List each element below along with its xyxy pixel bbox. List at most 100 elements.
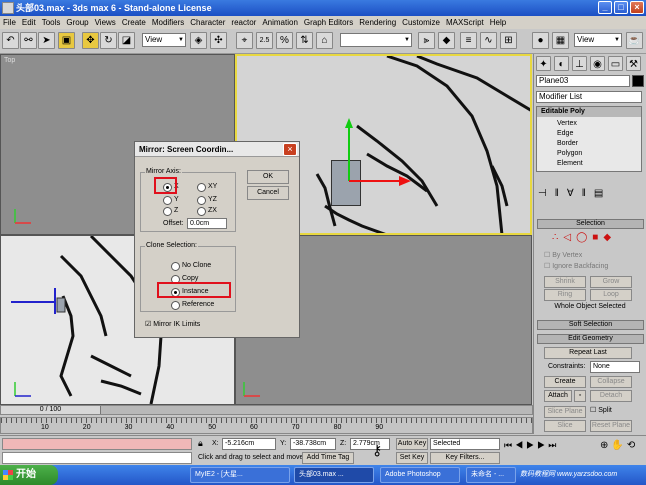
ignore-backfacing-checkbox[interactable]: ☐ Ignore Backfacing xyxy=(544,261,608,272)
object-color-swatch[interactable] xyxy=(632,75,644,87)
dialog-close-button[interactable]: × xyxy=(283,143,297,156)
stack-item-border[interactable]: Border xyxy=(557,139,583,149)
goto-start-icon[interactable]: ⏮ xyxy=(504,440,515,450)
track-bar[interactable]: 10 20 30 40 50 60 70 80 90 xyxy=(0,417,533,434)
stack-item-edge[interactable]: Edge xyxy=(557,129,583,139)
ring-button[interactable]: Ring xyxy=(544,289,586,301)
rollout-selection[interactable]: Selection xyxy=(537,219,644,229)
collapse-button[interactable]: Collapse xyxy=(590,376,632,388)
undo-icon[interactable]: ↶ xyxy=(2,32,19,49)
add-time-tag-button[interactable]: Add Time Tag xyxy=(302,452,354,464)
menu-graph-editors[interactable]: Graph Editors xyxy=(304,16,353,29)
mirror-icon[interactable]: ⫸ xyxy=(418,32,435,49)
named-selection-dropdown[interactable] xyxy=(340,33,412,47)
snap-toggle-icon[interactable]: ⌖ xyxy=(236,32,253,49)
x-coordinate-field[interactable]: -5.216cm xyxy=(222,438,276,450)
reference-coord-dropdown[interactable]: View xyxy=(142,33,186,47)
time-slider[interactable]: 0 / 100 xyxy=(0,405,533,415)
pin-stack-icon[interactable]: ⊣ xyxy=(538,188,555,199)
menu-views[interactable]: Views xyxy=(95,16,116,29)
pivot-center-icon[interactable]: ◈ xyxy=(190,32,207,49)
y-coordinate-field[interactable]: -38.738cm xyxy=(290,438,336,450)
select-rotate-icon[interactable]: ↻ xyxy=(100,32,117,49)
task-myie2[interactable]: MyIE2 - [大星... xyxy=(190,467,290,483)
axis-y-radio[interactable]: Y xyxy=(163,195,179,205)
ok-button[interactable]: OK xyxy=(247,170,289,184)
select-object-icon[interactable]: ➤ xyxy=(38,32,55,49)
time-slider-handle[interactable]: 0 / 100 xyxy=(1,406,101,414)
show-end-result-icon[interactable]: ‖ xyxy=(555,188,567,199)
pan-icon[interactable]: ✋ xyxy=(611,440,626,451)
create-tab-icon[interactable]: ✦ xyxy=(536,56,551,71)
vertex-level-icon[interactable]: ∴ xyxy=(552,232,563,243)
percent-snap-icon[interactable]: % xyxy=(276,32,293,49)
select-link-icon[interactable]: ⚯ xyxy=(20,32,37,49)
grow-button[interactable]: Grow xyxy=(590,276,632,288)
split-checkbox[interactable]: ☐ Split xyxy=(590,406,612,414)
next-frame-icon[interactable]: ▶ xyxy=(537,440,548,450)
attach-button[interactable]: Attach xyxy=(544,390,572,402)
select-region-icon[interactable]: ▣ xyxy=(58,32,75,49)
modify-tab-icon[interactable]: ◐ xyxy=(554,56,569,71)
menu-reactor[interactable]: reactor xyxy=(231,16,256,29)
modifier-list-dropdown[interactable]: Modifier List xyxy=(536,91,642,103)
menu-edit[interactable]: Edit xyxy=(22,16,36,29)
select-manipulate-icon[interactable]: ✣ xyxy=(210,32,227,49)
configure-modifiers-icon[interactable]: ▤ xyxy=(594,188,611,199)
offset-field[interactable]: 0.0cm xyxy=(187,218,227,229)
select-move-icon[interactable]: ✥ xyxy=(82,32,99,49)
border-level-icon[interactable]: ◯ xyxy=(576,232,592,243)
stack-root[interactable]: Editable Poly xyxy=(537,107,641,117)
menu-help[interactable]: Help xyxy=(490,16,506,29)
display-tab-icon[interactable]: ▭ xyxy=(608,56,623,71)
move-gizmo[interactable] xyxy=(337,116,417,186)
stack-item-vertex[interactable]: Vertex xyxy=(557,119,583,129)
select-scale-icon[interactable]: ◪ xyxy=(118,32,135,49)
detach-button[interactable]: Detach xyxy=(590,390,632,402)
set-key-button[interactable]: Set Key xyxy=(396,452,428,464)
menu-tools[interactable]: Tools xyxy=(42,16,61,29)
hierarchy-tab-icon[interactable]: ⊥ xyxy=(572,56,587,71)
key-mode-dropdown[interactable]: Selected xyxy=(430,438,500,450)
reset-plane-button[interactable]: Reset Plane xyxy=(590,420,632,432)
play-icon[interactable]: ▶ xyxy=(526,440,537,450)
key-icon[interactable]: ⚷ xyxy=(372,442,382,459)
no-clone-radio[interactable]: No Clone xyxy=(171,261,211,271)
close-button[interactable]: × xyxy=(630,1,644,14)
menu-file[interactable]: File xyxy=(3,16,16,29)
menu-group[interactable]: Group xyxy=(66,16,88,29)
menu-customize[interactable]: Customize xyxy=(402,16,440,29)
axis-z-radio[interactable]: Z xyxy=(163,206,178,216)
quick-render-icon[interactable]: ☕ xyxy=(626,32,643,49)
menu-character[interactable]: Character xyxy=(190,16,225,29)
mirror-ik-checkbox[interactable]: ☑ Mirror IK Limits xyxy=(145,320,200,328)
lock-selection-icon[interactable]: 🔒︎ xyxy=(198,438,203,449)
maximize-button[interactable]: □ xyxy=(614,1,628,14)
axis-zx-radio[interactable]: ZX xyxy=(197,206,217,216)
stack-item-element[interactable]: Element xyxy=(557,159,583,169)
repeat-last-button[interactable]: Repeat Last xyxy=(544,347,632,359)
create-button[interactable]: Create xyxy=(544,376,586,388)
axis-yz-radio[interactable]: YZ xyxy=(197,195,217,205)
orbit-icon[interactable]: ⟲ xyxy=(627,440,638,451)
angle-snap-icon[interactable]: 2.5 xyxy=(256,32,273,49)
menu-create[interactable]: Create xyxy=(122,16,146,29)
named-selection-icon[interactable]: ⌂ xyxy=(316,32,333,49)
menu-maxscript[interactable]: MAXScript xyxy=(446,16,484,29)
key-filters-button[interactable]: Key Filters... xyxy=(430,452,500,464)
edge-level-icon[interactable]: ◁ xyxy=(563,232,576,243)
motion-tab-icon[interactable]: ◉ xyxy=(590,56,605,71)
task-3dsmax[interactable]: 头部03.max ... xyxy=(294,467,374,483)
reference-radio[interactable]: Reference xyxy=(171,300,214,310)
auto-key-button[interactable]: Auto Key xyxy=(396,438,428,450)
schematic-view-icon[interactable]: ⊞ xyxy=(500,32,517,49)
start-button[interactable]: 开始 xyxy=(0,465,58,485)
cancel-button[interactable]: Cancel xyxy=(247,186,289,200)
spinner-snap-icon[interactable]: ⇅ xyxy=(296,32,313,49)
polygon-level-icon[interactable]: ■ xyxy=(592,232,603,243)
attach-list-button[interactable]: ▫ xyxy=(574,390,586,402)
minimize-button[interactable]: _ xyxy=(598,1,612,14)
task-untitled[interactable]: 未命名 - ... xyxy=(466,467,516,483)
element-level-icon[interactable]: ◆ xyxy=(603,232,616,243)
task-photoshop[interactable]: Adobe Photoshop xyxy=(380,467,460,483)
